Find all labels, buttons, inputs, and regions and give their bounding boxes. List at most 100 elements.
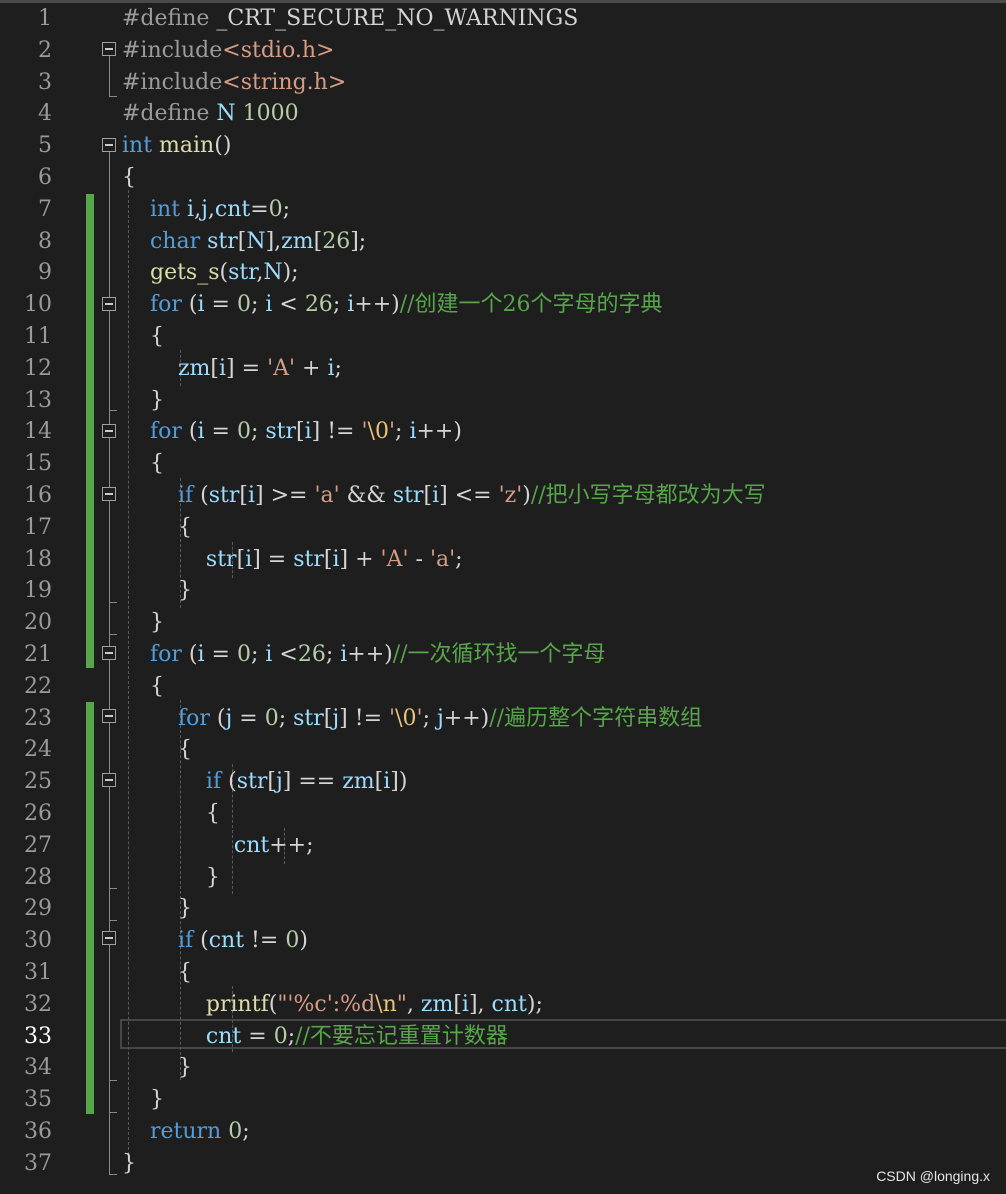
code-line[interactable]: #include<stdio.h> [122,35,334,67]
fold-toggle-icon[interactable] [102,646,116,660]
code-line[interactable]: for (i = 0; i < 26; i++)//创建一个26个字母的字典 [122,289,663,321]
fold-toggle-icon[interactable] [102,709,116,723]
code-token: } [122,578,192,604]
code-token: //一次循环找一个字母 [392,642,606,667]
fold-toggle-icon[interactable] [102,297,116,311]
code-token: ], [468,991,492,1017]
line-number: 4 [38,101,52,127]
code-token: zm [177,355,211,381]
code-line[interactable]: if (cnt != 0) [122,925,308,957]
code-line[interactable]: for (i = 0; str[i] != '\0'; i++) [122,416,462,448]
code-line[interactable]: { [122,798,220,830]
code-line[interactable]: zm[i] = 'A' + i; [122,353,342,385]
code-line[interactable]: if (str[j] == zm[i]) [122,766,408,798]
fold-toggle-icon[interactable] [102,42,116,56]
code-line[interactable]: #define N 1000 [122,98,299,130]
code-token: j [436,705,444,731]
code-token: ( [221,769,237,795]
code-token: () [214,133,232,159]
line-number: 25 [24,769,52,795]
code-token: \0 [367,419,389,445]
code-token: [ [236,546,246,572]
code-line[interactable]: { [122,734,192,766]
code-line[interactable]: return 0; [122,1116,250,1148]
fold-toggle-icon[interactable] [102,138,116,152]
line-number: 27 [24,832,52,858]
code-line[interactable]: { [122,321,164,353]
code-token: 26 [304,292,333,318]
code-token: 1000 [235,101,299,127]
code-line[interactable]: } [122,575,192,607]
code-token: str [236,769,268,795]
code-token: } [122,387,164,413]
code-token: ] == [282,769,343,795]
code-token: ( [181,642,198,667]
line-number: 37 [24,1150,52,1176]
code-token: str [208,483,240,508]
code-token: 0 [268,196,283,222]
code-line[interactable]: #include<string.h> [122,67,346,99]
code-token: printf [205,991,269,1017]
code-line[interactable]: } [122,1148,136,1180]
code-line[interactable]: gets_s(str,N); [122,257,299,289]
code-line[interactable]: cnt = 0;//不要忘记重置计数器 [122,1021,508,1053]
code-line[interactable]: } [122,862,220,894]
code-token: ] != [311,419,362,445]
line-number: 20 [24,610,52,636]
code-line[interactable]: { [122,957,192,989]
code-token: #include [122,37,223,63]
code-line[interactable]: cnt++; [122,830,314,862]
code-line[interactable]: char str[N],zm[26]; [122,226,366,258]
code-token: ( [219,260,229,286]
code-token: i [332,546,340,572]
code-line[interactable]: } [122,893,192,925]
code-line[interactable]: { [122,448,164,480]
fold-toggle-icon[interactable] [102,424,116,438]
line-number: 10 [24,292,52,318]
fold-toggle-icon[interactable] [102,487,116,501]
line-number: 24 [24,737,52,763]
code-line[interactable]: { [122,671,164,703]
code-line[interactable]: int i,j,cnt=0; [122,194,290,226]
code-token: { [122,451,164,477]
code-token: ; [282,196,291,222]
code-token: } [122,1150,136,1176]
code-line[interactable]: printf("'%c':%d\n", zm[i], cnt); [122,989,543,1021]
code-line[interactable]: { [122,162,136,194]
code-line[interactable]: } [122,385,164,417]
code-token: 'A' [267,355,296,381]
code-line[interactable]: for (i = 0; i <26; i++)//一次循环找一个字母 [122,639,606,671]
fold-line [109,56,110,96]
fold-end [109,1174,117,1175]
code-line[interactable]: int main() [122,130,231,162]
code-line[interactable]: if (str[i] >= 'a' && str[i] <= 'z')//把小写… [122,480,766,512]
line-number: 29 [24,896,52,922]
code-token: ] + [339,546,381,572]
code-line[interactable]: } [122,607,164,639]
code-token: zm [420,991,454,1017]
code-token: ( [193,483,209,508]
code-line[interactable]: str[i] = str[i] + 'A' - 'a'; [122,544,463,576]
code-token: 0 [236,292,251,318]
code-line[interactable]: } [122,1084,164,1116]
code-token: = [204,642,237,667]
code-token: ] <= [439,483,499,508]
code-token: - [408,546,430,572]
code-line[interactable]: #define _CRT_SECURE_NO_WARNINGS [122,3,578,35]
code-line[interactable]: } [122,1052,192,1084]
code-token: <string.h> [222,69,347,95]
fold-toggle-icon[interactable] [102,773,116,787]
code-editor[interactable]: 1 2 3 4 5 6 7 8 9 10 11 12 13 14 15 16 17 18 19 20 21 22 23 24 2… [0,0,1006,1194]
line-number: 9 [38,260,52,286]
code-token: } [122,896,192,922]
code-token: char [149,228,201,254]
line-number: 36 [24,1119,52,1144]
code-token: ]; [350,228,367,254]
code-line[interactable]: for (j = 0; str[j] != '\0'; j++)//遍历整个字符… [122,703,702,735]
code-line[interactable]: { [122,512,192,544]
code-token: j [275,769,283,795]
fold-toggle-icon[interactable] [102,931,116,945]
